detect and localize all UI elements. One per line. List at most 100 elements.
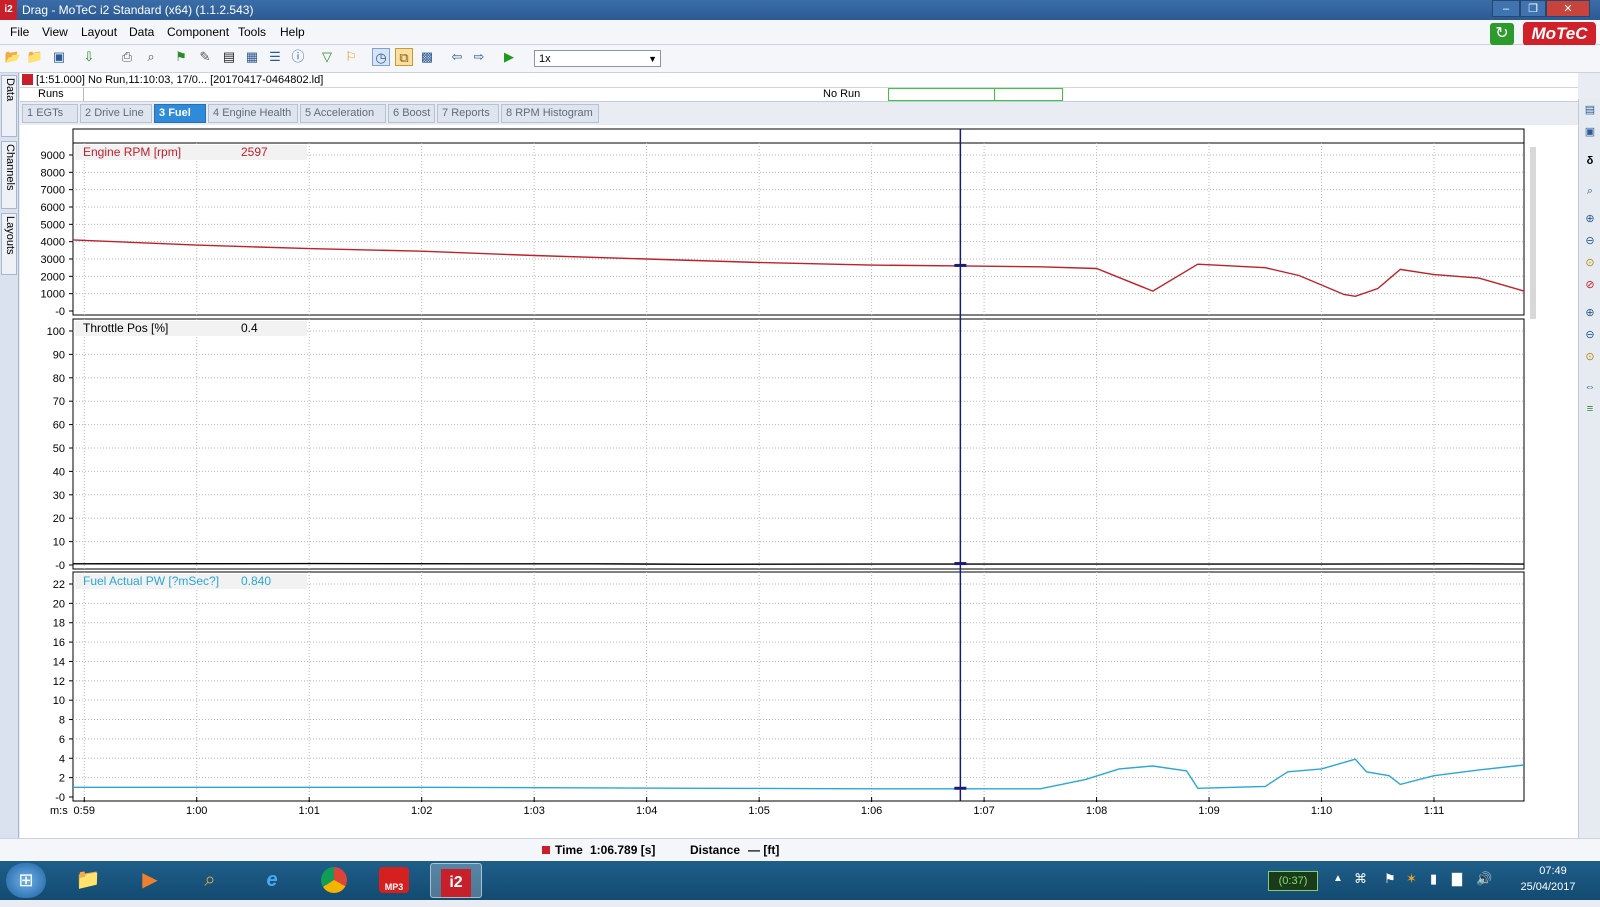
time-graph[interactable]: 9000 8000 7000 6000 5000 4000 3000 2000 1000 -0 En… bbox=[20, 125, 1578, 838]
channel-value: 2597 bbox=[241, 145, 268, 159]
x-tick-label: 1:08 bbox=[1086, 805, 1107, 817]
menu-data[interactable]: Data bbox=[129, 20, 154, 44]
y-zoom-out-icon[interactable]: ⊖ bbox=[1583, 328, 1597, 342]
mp3-icon[interactable]: MP3 bbox=[372, 863, 416, 898]
motec-logo: MoTeC bbox=[1523, 22, 1596, 46]
battery-icon[interactable]: ▮ bbox=[1430, 871, 1437, 887]
x-tick-label: 1:05 bbox=[748, 805, 769, 817]
y-tick-label: 90 bbox=[53, 349, 65, 361]
zoom-reset-icon[interactable]: ⊘ bbox=[1583, 278, 1597, 292]
properties-icon[interactable]: ▤ bbox=[1583, 103, 1597, 117]
step-forward-icon[interactable]: ⇨ bbox=[470, 48, 488, 66]
minimize-button[interactable]: – bbox=[1492, 0, 1520, 17]
menu-file[interactable]: File bbox=[10, 20, 29, 44]
tray-expand-icon[interactable]: ▲ bbox=[1333, 873, 1343, 884]
download-icon[interactable]: ⇩ bbox=[80, 48, 98, 66]
expand-icon[interactable]: ⇔ bbox=[1583, 380, 1597, 394]
clock-date[interactable]: 25/04/2017 bbox=[1508, 881, 1588, 893]
menu-bar: File View Layout Data Component Tools He… bbox=[0, 20, 1600, 45]
tab-reports[interactable]: 7 Reports bbox=[437, 104, 499, 123]
chrome-icon[interactable] bbox=[312, 863, 356, 898]
runs-label: Runs bbox=[38, 88, 64, 100]
film-icon[interactable]: ▤ bbox=[220, 48, 238, 66]
clock-time[interactable]: 07:49 bbox=[1518, 865, 1588, 877]
tab-fuel[interactable]: 3 Fuel bbox=[154, 104, 206, 123]
app-tray-icon[interactable]: ✶ bbox=[1406, 871, 1417, 887]
y-tick-label: 16 bbox=[53, 637, 65, 649]
zoom-out-icon[interactable]: ⊖ bbox=[1583, 234, 1597, 248]
close-button[interactable]: ✕ bbox=[1546, 0, 1590, 17]
marker-icon[interactable]: ⚑ bbox=[172, 48, 190, 66]
y-tick-label: 10 bbox=[53, 537, 65, 549]
tab-acceleration[interactable]: 5 Acceleration bbox=[300, 104, 386, 123]
tab-label: Acceleration bbox=[313, 107, 375, 119]
volume-icon[interactable]: 🔊 bbox=[1476, 871, 1492, 887]
tab-engine-health[interactable]: 4 Engine Health bbox=[208, 104, 298, 123]
refresh-button[interactable]: ↻ bbox=[1490, 23, 1514, 45]
y-tick-label: 20 bbox=[53, 598, 65, 610]
graph-area[interactable]: 9000 8000 7000 6000 5000 4000 3000 2000 1000 -0 En… bbox=[20, 125, 1578, 838]
zoom-icon[interactable]: ⌕ bbox=[1583, 184, 1597, 198]
grid-icon[interactable]: ▩ bbox=[418, 48, 436, 66]
side-tab-layouts[interactable]: Layouts bbox=[1, 213, 17, 275]
edit-icon[interactable]: ✎ bbox=[196, 48, 214, 66]
runs-bar: Runs No Run bbox=[20, 88, 1578, 102]
maximize-button[interactable]: ❐ bbox=[1520, 0, 1546, 17]
play-icon[interactable]: ▶ bbox=[500, 48, 518, 66]
search-app-icon[interactable]: ⌕ bbox=[188, 863, 232, 898]
menu-tools[interactable]: Tools bbox=[238, 20, 266, 44]
runs-divider bbox=[83, 88, 84, 101]
save-icon[interactable]: ▣ bbox=[50, 48, 68, 66]
tab-egts[interactable]: 1 EGTs bbox=[22, 104, 78, 123]
list-icon[interactable]: ☰ bbox=[266, 48, 284, 66]
y-tick-label: 2000 bbox=[41, 271, 65, 283]
media-player-icon[interactable]: ▶ bbox=[128, 863, 172, 898]
side-tab-data[interactable]: Data bbox=[1, 75, 17, 137]
menu-component[interactable]: Component bbox=[167, 20, 229, 44]
y-zoom-fit-icon[interactable]: ⊙ bbox=[1583, 350, 1597, 364]
motec-i2-icon[interactable]: i2 bbox=[430, 863, 482, 898]
print-icon[interactable]: ⎙ bbox=[118, 48, 136, 66]
network-device-icon[interactable]: ⌘ bbox=[1354, 871, 1367, 887]
run-range-indicator[interactable] bbox=[888, 88, 1063, 101]
menu-view[interactable]: View bbox=[42, 20, 68, 44]
zoom-fit-icon[interactable]: ⊙ bbox=[1583, 256, 1597, 270]
right-tool-strip: ▤ ▣ δ ⌕ ⊕ ⊖ ⊙ ⊘ ⊕ ⊖ ⊙ ⇔ ≡ bbox=[1578, 99, 1600, 838]
zoom-in-icon[interactable]: ⊕ bbox=[1583, 212, 1597, 226]
x-tick-label: 1:06 bbox=[861, 805, 882, 817]
internet-explorer-icon[interactable]: e bbox=[250, 863, 294, 898]
open-folder-icon[interactable]: 📂 bbox=[4, 48, 22, 66]
info-icon[interactable]: ⓘ bbox=[289, 48, 307, 66]
step-back-icon[interactable]: ⇦ bbox=[448, 48, 466, 66]
open-icon[interactable]: 📁 bbox=[26, 48, 44, 66]
action-center-flag-icon[interactable]: ⚑ bbox=[1384, 871, 1396, 887]
tab-rpm-histogram[interactable]: 8 RPM Histogram bbox=[501, 104, 599, 123]
stack-icon[interactable]: ≡ bbox=[1583, 402, 1597, 416]
wifi-signal-icon[interactable]: ▇ bbox=[1452, 871, 1462, 887]
tab-number: 2 bbox=[85, 107, 95, 119]
playback-speed-select[interactable]: 1x ▼ bbox=[534, 50, 661, 67]
run-name[interactable]: No Run bbox=[823, 88, 860, 101]
menu-layout[interactable]: Layout bbox=[81, 20, 117, 44]
flag-icon[interactable]: ⚐ bbox=[342, 48, 360, 66]
y-tick-label: 8000 bbox=[41, 167, 65, 179]
tab-boost[interactable]: 6 Boost bbox=[388, 104, 435, 123]
delta-icon[interactable]: δ bbox=[1583, 154, 1597, 168]
menu-help[interactable]: Help bbox=[280, 20, 305, 44]
y-tick-label: 9000 bbox=[41, 150, 65, 162]
tab-label: Fuel bbox=[168, 107, 191, 119]
x-tick-label: 1:04 bbox=[636, 805, 657, 817]
start-button[interactable]: ⊞ bbox=[6, 863, 46, 898]
print-preview-icon[interactable]: ⌕ bbox=[142, 48, 160, 66]
table-icon[interactable]: ▦ bbox=[243, 48, 261, 66]
battery-timer[interactable]: (0:37) bbox=[1268, 871, 1318, 891]
window-icon[interactable]: ▣ bbox=[1583, 125, 1597, 139]
tab-drive-line[interactable]: 2 Drive Line bbox=[80, 104, 152, 123]
y-zoom-in-icon[interactable]: ⊕ bbox=[1583, 306, 1597, 320]
tab-label: RPM Histogram bbox=[515, 107, 593, 119]
filter-icon[interactable]: ▽ bbox=[318, 48, 336, 66]
side-tab-channels[interactable]: Channels bbox=[1, 141, 17, 209]
explorer-icon[interactable]: 📁 bbox=[66, 863, 110, 898]
clock-icon[interactable]: ◷ bbox=[372, 48, 390, 66]
overlay-icon[interactable]: ⧉ bbox=[395, 48, 413, 66]
